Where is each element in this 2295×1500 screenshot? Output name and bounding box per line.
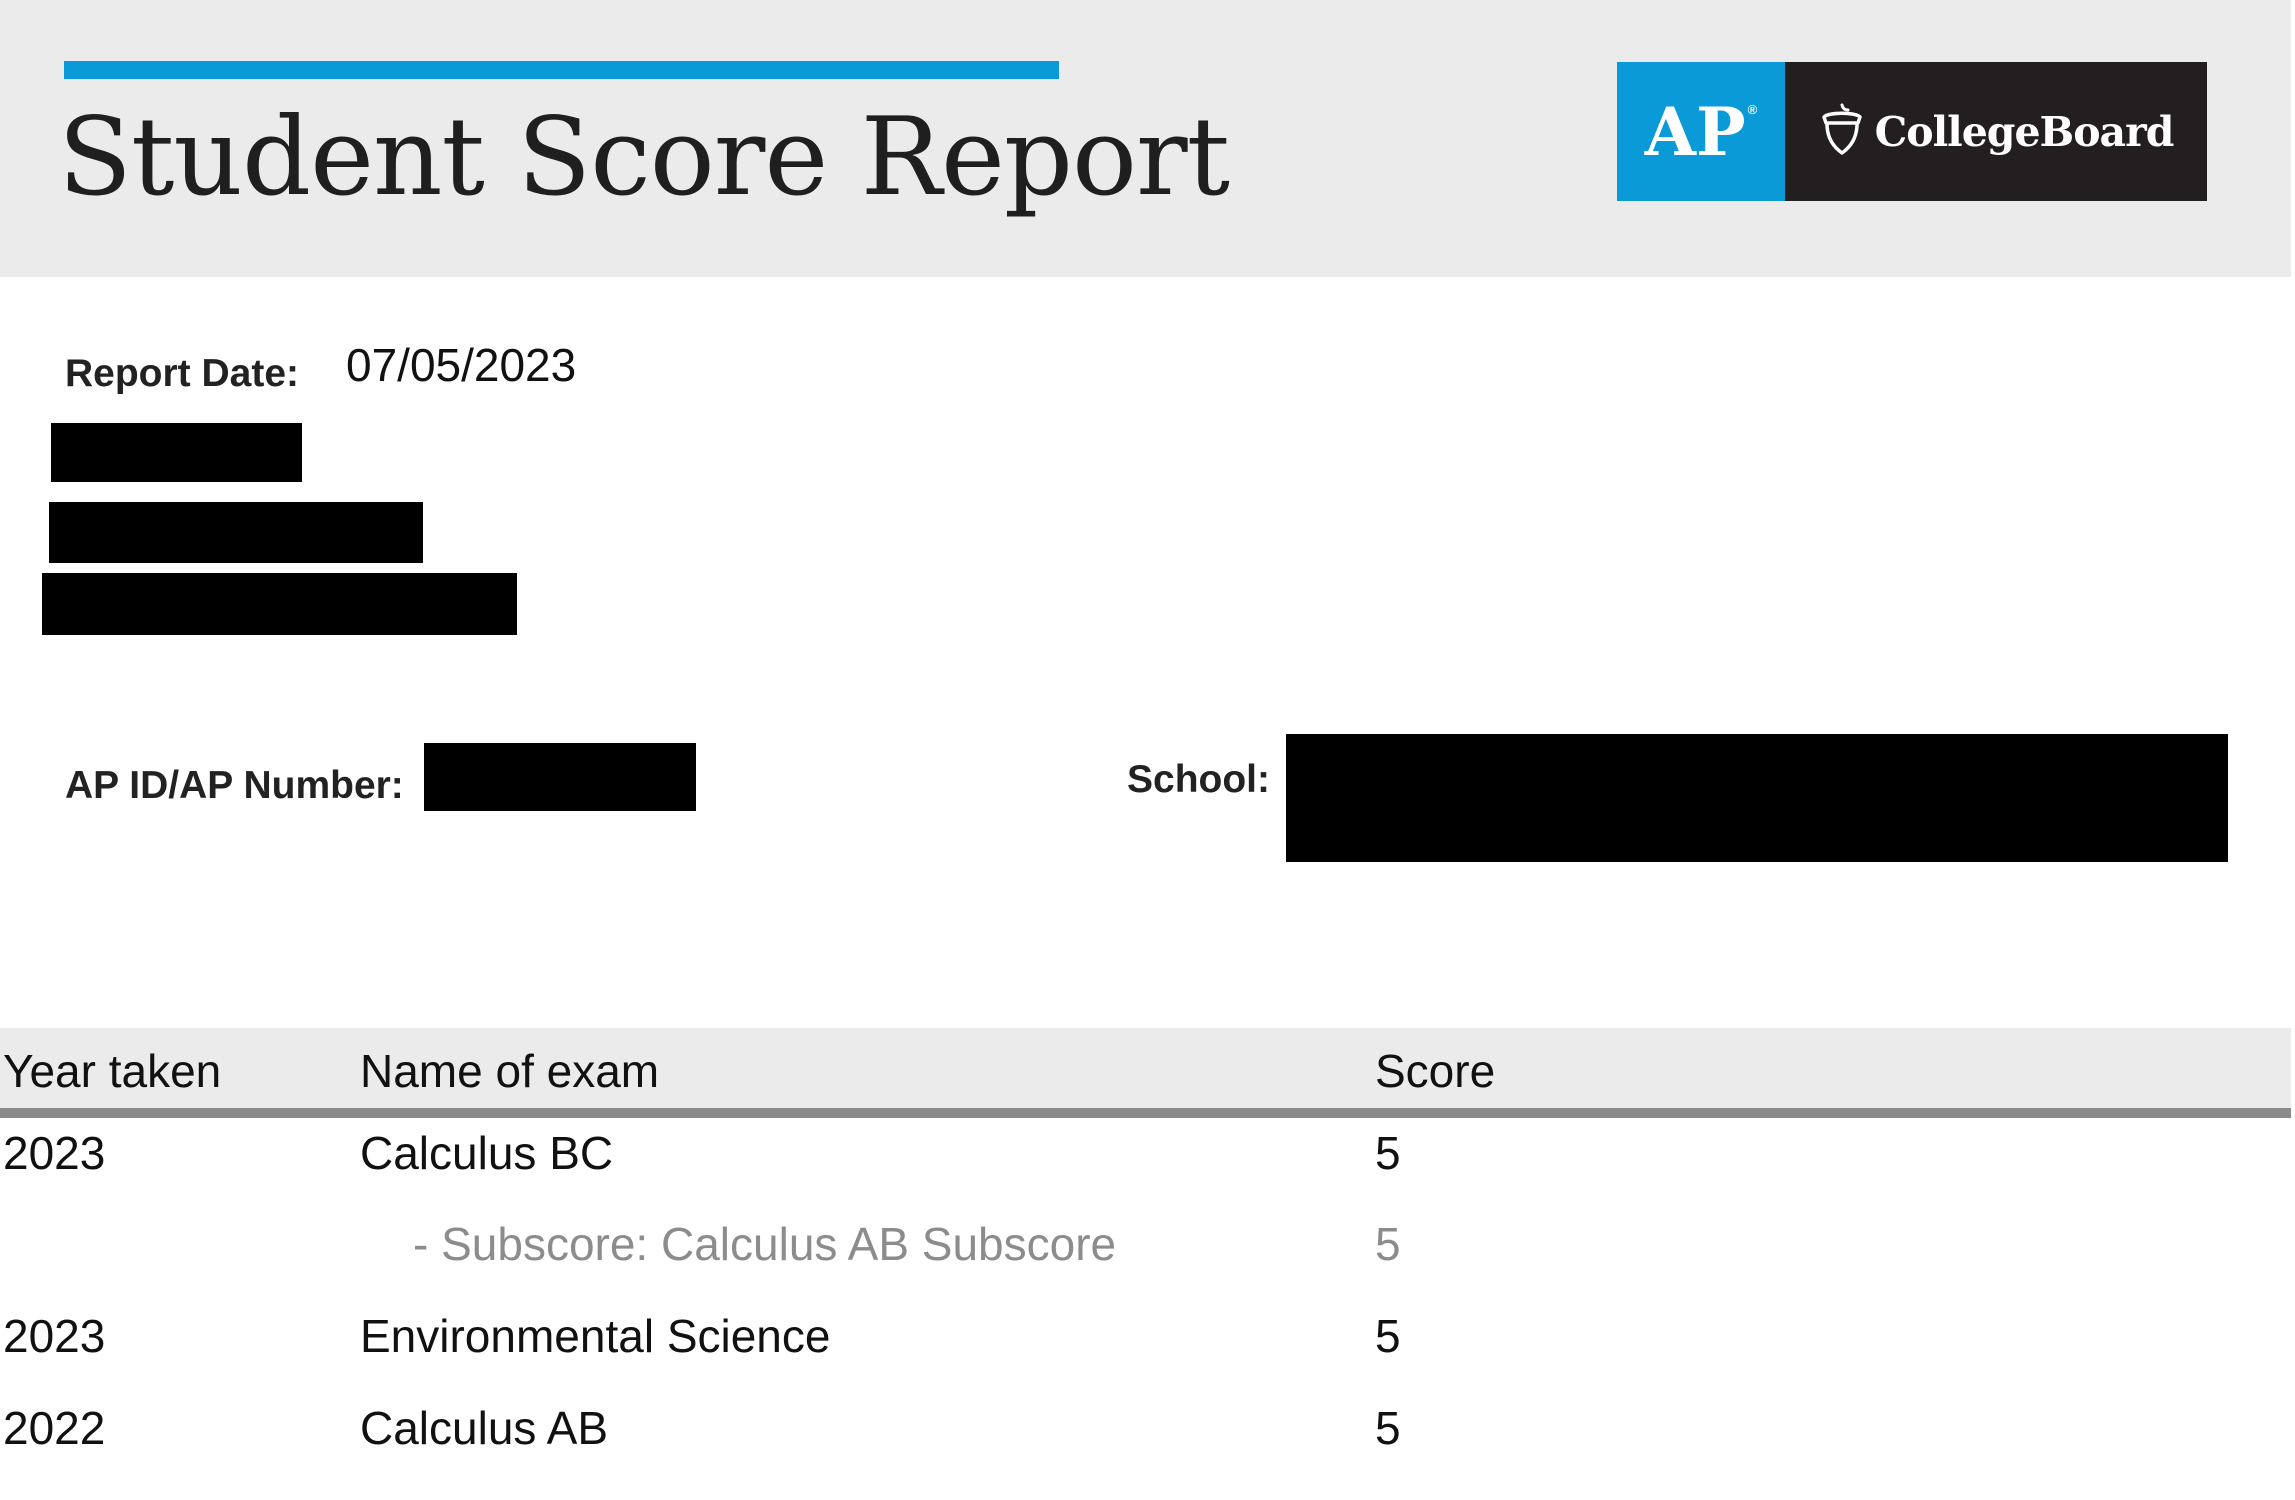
report-date-value: 07/05/2023: [346, 339, 577, 391]
ap-logo-registered-mark: ®: [1747, 102, 1758, 117]
row-subscore-name: - Subscore: Calculus AB Subscore: [413, 1218, 1117, 1270]
column-header-year: Year taken: [3, 1045, 222, 1097]
row-exam-name: Calculus AB: [360, 1402, 609, 1454]
ap-logo-text: AP: [1644, 92, 1746, 171]
redacted-student-name: [51, 423, 302, 482]
redacted-address-line-1: [49, 502, 423, 563]
row-score: 5: [1375, 1127, 1401, 1179]
row-year: 2023: [3, 1127, 106, 1179]
table-header: Year taken Name of exam Score: [0, 1028, 2291, 1110]
row-subscore-score: 5: [1375, 1218, 1401, 1270]
redacted-school-name: [1286, 734, 2228, 862]
table-header-divider: [0, 1108, 2291, 1118]
ap-collegeboard-logo: AP ® CollegeBoard: [1617, 62, 2207, 201]
ap-id-label: AP ID/AP Number:: [65, 764, 404, 807]
score-report-page: Student Score Report AP ® CollegeBoard Re…: [0, 0, 2295, 1500]
redacted-address-line-2: [42, 573, 517, 635]
row-score: 5: [1375, 1402, 1401, 1454]
header-band: Student Score Report AP ® CollegeBoard: [0, 0, 2291, 277]
collegeboard-logo: CollegeBoard: [1785, 62, 2207, 201]
page-title: Student Score Report: [58, 95, 1230, 220]
redacted-ap-id: [424, 743, 696, 811]
row-exam-name: Calculus BC: [360, 1127, 614, 1179]
column-header-exam: Name of exam: [360, 1045, 660, 1097]
collegeboard-logo-text: CollegeBoard: [1874, 107, 2175, 156]
row-year: 2023: [3, 1310, 106, 1362]
title-accent-rule: [64, 61, 1059, 79]
row-exam-name: Environmental Science: [360, 1310, 831, 1362]
row-score: 5: [1375, 1310, 1401, 1362]
ap-logo: AP ®: [1617, 62, 1785, 201]
report-date-label: Report Date:: [65, 352, 300, 395]
row-year: 2022: [3, 1402, 106, 1454]
acorn-icon: [1819, 101, 1865, 162]
school-label: School:: [1127, 758, 1270, 801]
column-header-score: Score: [1375, 1045, 1496, 1097]
